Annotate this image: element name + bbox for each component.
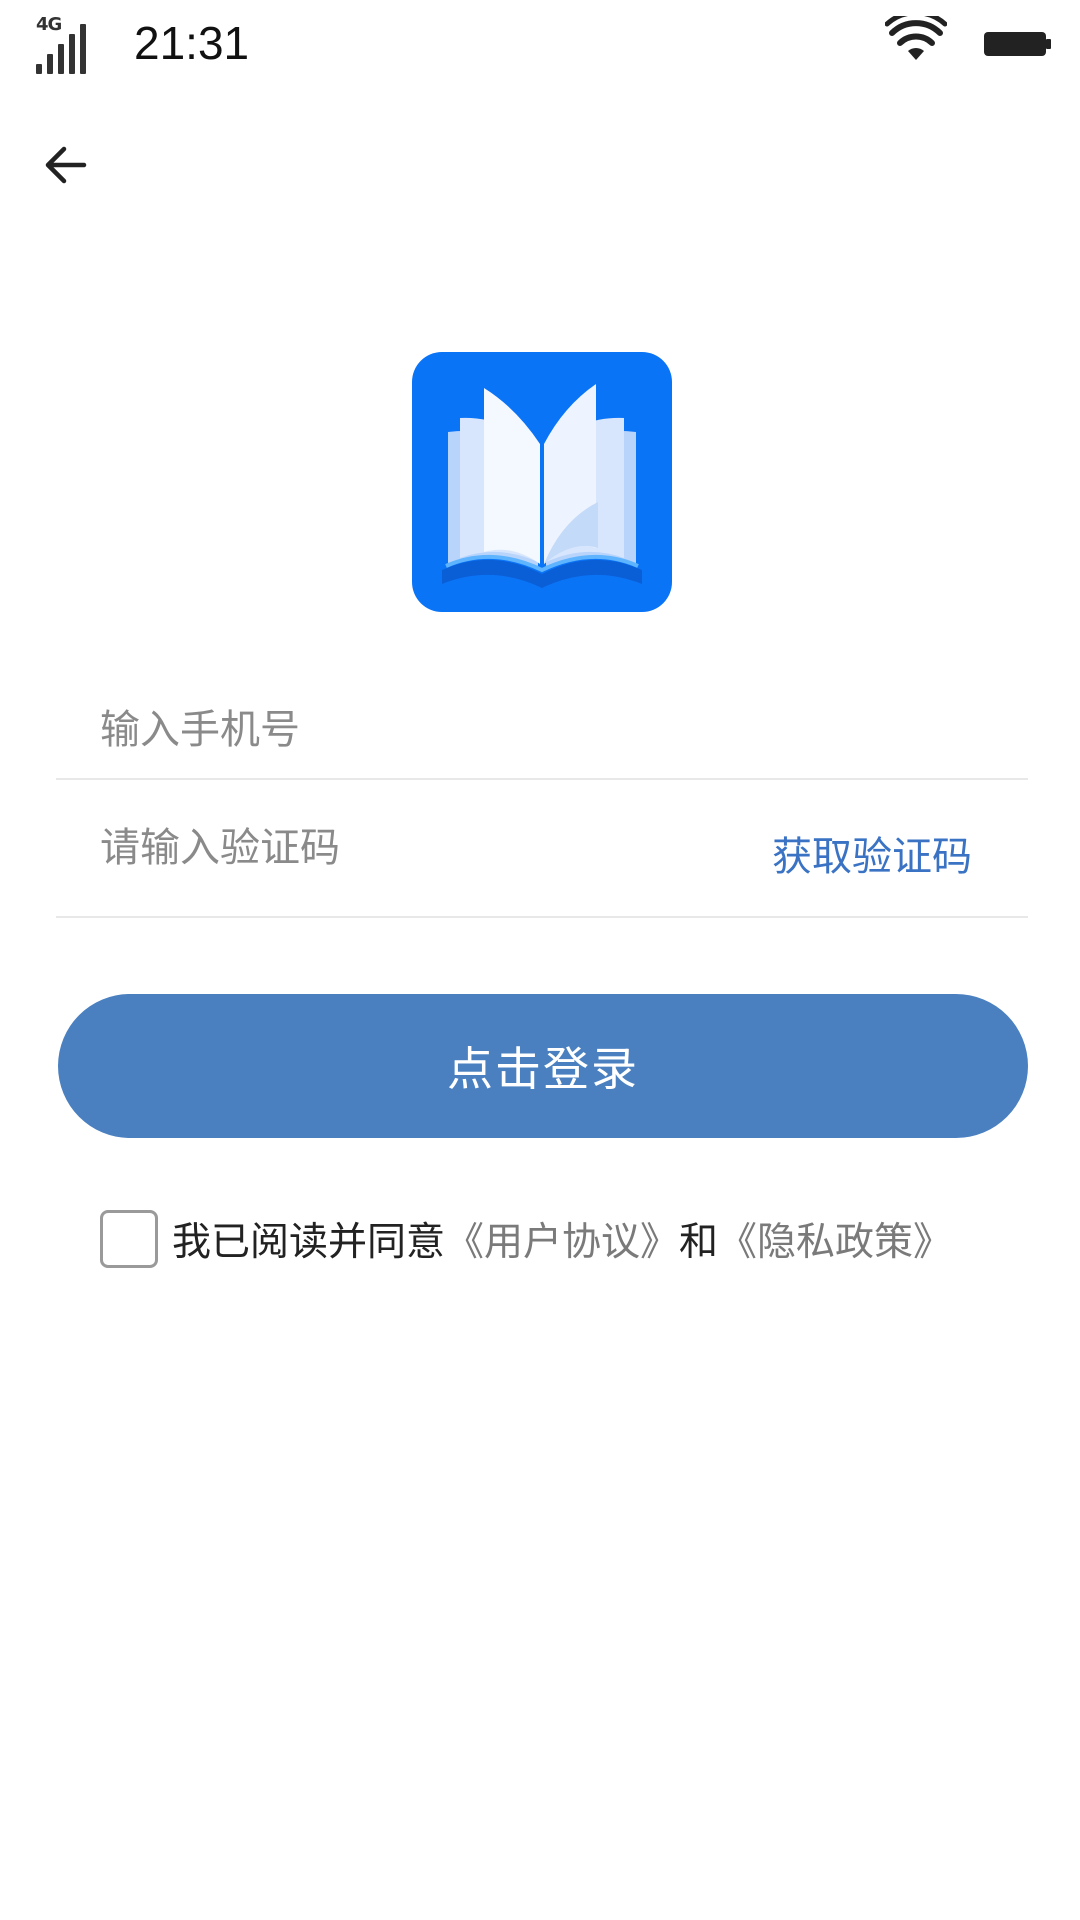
user-agreement-link[interactable]: 《用户协议》	[445, 1211, 679, 1267]
privacy-policy-link[interactable]: 《隐私政策》	[718, 1211, 952, 1267]
agreement-prefix: 我已阅读并同意	[172, 1220, 446, 1265]
phone-input[interactable]	[100, 700, 740, 760]
signal-icon: 4G	[36, 14, 94, 74]
code-input-row: 获取验证码	[56, 800, 1028, 918]
network-type: 4G	[36, 14, 62, 35]
open-book-icon	[442, 384, 642, 588]
phone-input-row	[56, 690, 1028, 780]
status-bar: 4G 21:31	[0, 0, 1080, 90]
battery-icon	[984, 32, 1051, 56]
get-code-button[interactable]: 获取验证码	[772, 824, 972, 882]
verification-code-input[interactable]	[100, 818, 740, 878]
status-time: 21:31	[134, 17, 250, 69]
login-screen: 4G 21:31 输入手机号 请输入验证码 获取验证码 点击登录 我已阅读并同意…	[0, 0, 1080, 1920]
wifi-icon	[885, 16, 947, 60]
arrow-left-icon	[45, 146, 87, 184]
back-button[interactable]	[36, 136, 94, 194]
agreement-checkbox[interactable]	[100, 1210, 158, 1268]
agreement-row: 我已阅读并同意 《用户协议》 和 《隐私政策》	[100, 1210, 1020, 1268]
app-logo	[412, 352, 672, 612]
agreement-conjunction: 和	[679, 1220, 719, 1265]
login-button[interactable]: 点击登录	[58, 994, 1028, 1138]
